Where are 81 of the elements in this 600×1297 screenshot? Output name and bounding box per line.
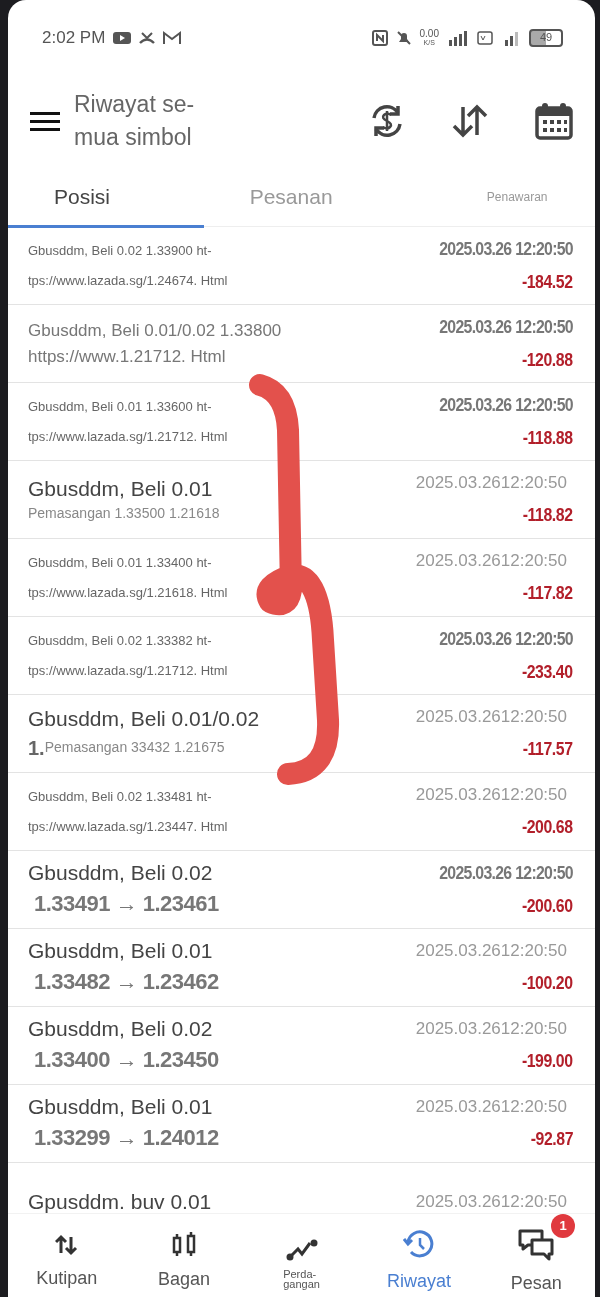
video-icon [113, 30, 132, 45]
sort-icon [451, 103, 489, 139]
trade-detail: Pemasangan 33432 1.21675 [44, 738, 225, 757]
trade-time: 2025.03.2612:20:50 [415, 550, 567, 573]
trade-detail: https://www.1.21712. Html [28, 345, 227, 368]
sort-button[interactable] [451, 103, 489, 139]
trade-title: Gbusddm, Beli 0.02 [28, 1016, 214, 1042]
trade-time: 2025.03.26 12:20:50 [439, 315, 573, 339]
profit-value: -118.88 [523, 426, 573, 450]
history-icon [402, 1230, 435, 1260]
trade-time: 2025.03.2612:20:50 [415, 940, 567, 963]
profit-value: -233.40 [522, 660, 573, 684]
clock: 2:02 PM [42, 26, 106, 49]
price-range: 1.33299 → 1.24012 [33, 1124, 219, 1152]
trade-detail: Pemasangan 1.33500 1.21618 [28, 504, 220, 523]
menu-icon [30, 110, 60, 133]
signal-icon [447, 29, 469, 46]
profit-value: -92.87 [530, 1127, 573, 1151]
profit-value: -117.57 [523, 737, 573, 761]
mail-icon [163, 30, 182, 45]
trade-time: 2025.03.26 12:20:50 [439, 237, 573, 261]
trade-detail: tps://www.lazada.sg/1.21618. Html [28, 583, 228, 602]
nav-tab[interactable]: Bagan [125, 1218, 243, 1293]
candlestick-icon [172, 1232, 197, 1258]
profit-value: -200.68 [522, 815, 573, 839]
network-speed: 0.00 [419, 28, 439, 38]
trade-title: Gbusddm, Beli 0.01 [28, 1094, 214, 1120]
nav-tab[interactable]: Pesan 1 [477, 1214, 595, 1297]
notification-badge: 1 [551, 1214, 576, 1238]
nav-tab[interactable]: Riwayat [360, 1216, 478, 1295]
screen-title: Riwayat se- mua simbol [74, 90, 195, 152]
price-range: 1.33482 → 1.23462 [33, 968, 219, 996]
nfc-icon [371, 29, 388, 46]
trade-time: 2025.03.2612:20:50 [415, 1190, 567, 1213]
swap-arrows-icon [54, 1233, 79, 1257]
profit-value: -120.88 [522, 348, 573, 372]
trade-title: Gbusddm, Beli 0.02 1.33481 ht- [28, 787, 213, 806]
trade-title: Gbusddm, Beli 0.01/0.02 1.33800 [28, 319, 282, 342]
profit-value: -184.52 [522, 270, 573, 294]
trade-time: 2025.03.26 12:20:50 [439, 861, 573, 885]
price-range: 1.33400 → 1.23450 [33, 1046, 219, 1074]
battery-icon: 49 [529, 28, 563, 47]
currency-exchange-icon [369, 103, 405, 139]
profit-value: -117.82 [523, 581, 573, 605]
trade-title: Gbusddm, Beli 0.02 [28, 860, 214, 886]
mute-icon [395, 29, 412, 46]
trade-time: 2025.03.2612:20:50 [415, 784, 567, 807]
trade-detail: tps://www.lazada.sg/1.23447. Html [28, 817, 228, 836]
price-fragment: 1. [28, 735, 45, 761]
currency-exchange-button[interactable] [369, 103, 405, 139]
menu-button[interactable] [30, 109, 60, 133]
trade-time: 2025.03.26 12:20:50 [439, 393, 573, 417]
trade-detail: tps://www.lazada.sg/1.21712. Html [28, 427, 228, 446]
profit-value: -100.20 [522, 971, 573, 995]
calendar-button[interactable] [535, 102, 573, 140]
profit-value: -118.82 [523, 503, 573, 527]
trade-title: Gbusddm, Beli 0.01 [28, 938, 214, 964]
missed-call-icon [139, 30, 156, 45]
profit-value: -199.00 [522, 1049, 573, 1073]
trade-detail: tps://www.lazada.sg/1.24674. Html [28, 271, 228, 290]
trade-title: Gpusddm. buv 0.01 [28, 1188, 212, 1213]
trade-time: 2025.03.2612:20:50 [415, 1096, 567, 1119]
trade-title: Gbusddm, Beli 0.01 1.33600 ht- [28, 397, 213, 416]
trade-title: Gbusddm, Beli 0.01/0.02 [28, 705, 260, 732]
trade-time: 2025.03.26 12:20:50 [439, 627, 573, 651]
trade-time: 2025.03.2612:20:50 [415, 1018, 567, 1041]
trade-detail: tps://www.lazada.sg/1.21712. Html [28, 661, 228, 680]
chat-icon [518, 1228, 555, 1262]
nav-tab[interactable]: Perda- gangan [242, 1222, 361, 1289]
trade-title: Gbusddm, Beli 0.01 1.33400 ht- [28, 553, 213, 572]
nav-tab[interactable]: Kutipan [8, 1219, 126, 1292]
trade-title: Gbusddm, Beli 0.02 1.33900 ht- [28, 241, 213, 260]
trade-time: 2025.03.2612:20:50 [415, 706, 567, 729]
trade-title: Gbusddm, Beli 0.01 [28, 476, 214, 502]
price-range: 1.33491 → 1.23461 [33, 890, 219, 918]
calendar-icon [535, 102, 573, 140]
profit-value: -200.60 [522, 894, 573, 918]
trade-time: 2025.03.2612:20:50 [415, 472, 567, 495]
tab[interactable]: Posisi [8, 167, 204, 226]
volte-icon [477, 29, 493, 46]
trade-title: Gbusddm, Beli 0.02 1.33382 ht- [28, 631, 213, 650]
